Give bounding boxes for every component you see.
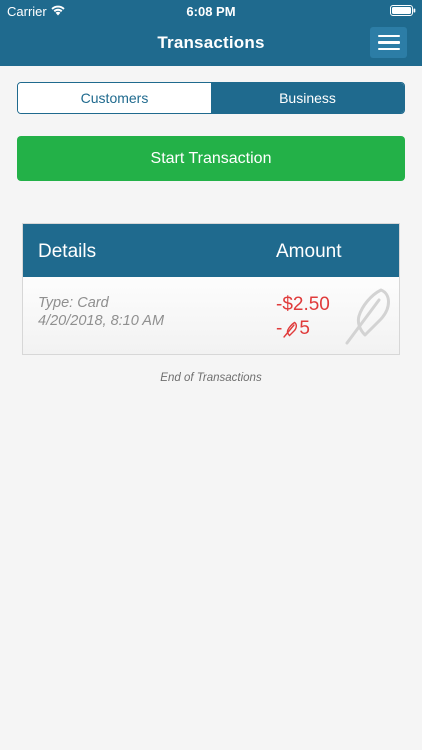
transaction-amount: -$2.50 — [276, 294, 330, 315]
feather-watermark-icon — [345, 288, 390, 345]
table-header: Details Amount — [23, 224, 399, 277]
end-of-transactions-label: End of Transactions — [160, 372, 262, 384]
menu-button[interactable] — [370, 27, 407, 58]
segment-customers[interactable]: Customers — [18, 83, 211, 113]
table-row[interactable]: Type: Card 4/20/2018, 8:10 AM -$2.50 - 5 — [23, 277, 399, 354]
segmented-control: Customers Business — [17, 82, 405, 114]
transaction-date: 4/20/2018, 8:10 AM — [38, 313, 165, 329]
column-header-amount: Amount — [276, 241, 342, 262]
transactions-table: Details Amount Type: Card 4/20/2018, 8:1… — [22, 223, 400, 355]
hamburger-menu-icon — [377, 34, 400, 38]
column-header-details: Details — [38, 241, 97, 262]
status-time: 6:08 PM — [186, 4, 236, 19]
segment-business[interactable]: Business — [211, 83, 404, 113]
header: Carrier 6:08 PM Transactions — [0, 0, 422, 66]
page-title: Transactions — [157, 33, 265, 52]
status-bar: Carrier 6:08 PM — [0, 0, 422, 22]
points-sign: - — [276, 318, 283, 339]
battery-icon — [390, 5, 416, 16]
transaction-type: Type: Card — [38, 295, 109, 311]
start-transaction-button[interactable]: Start Transaction — [17, 136, 405, 181]
feather-icon — [283, 321, 298, 338]
points-value: 5 — [299, 318, 310, 339]
transaction-points: - 5 — [276, 318, 310, 340]
